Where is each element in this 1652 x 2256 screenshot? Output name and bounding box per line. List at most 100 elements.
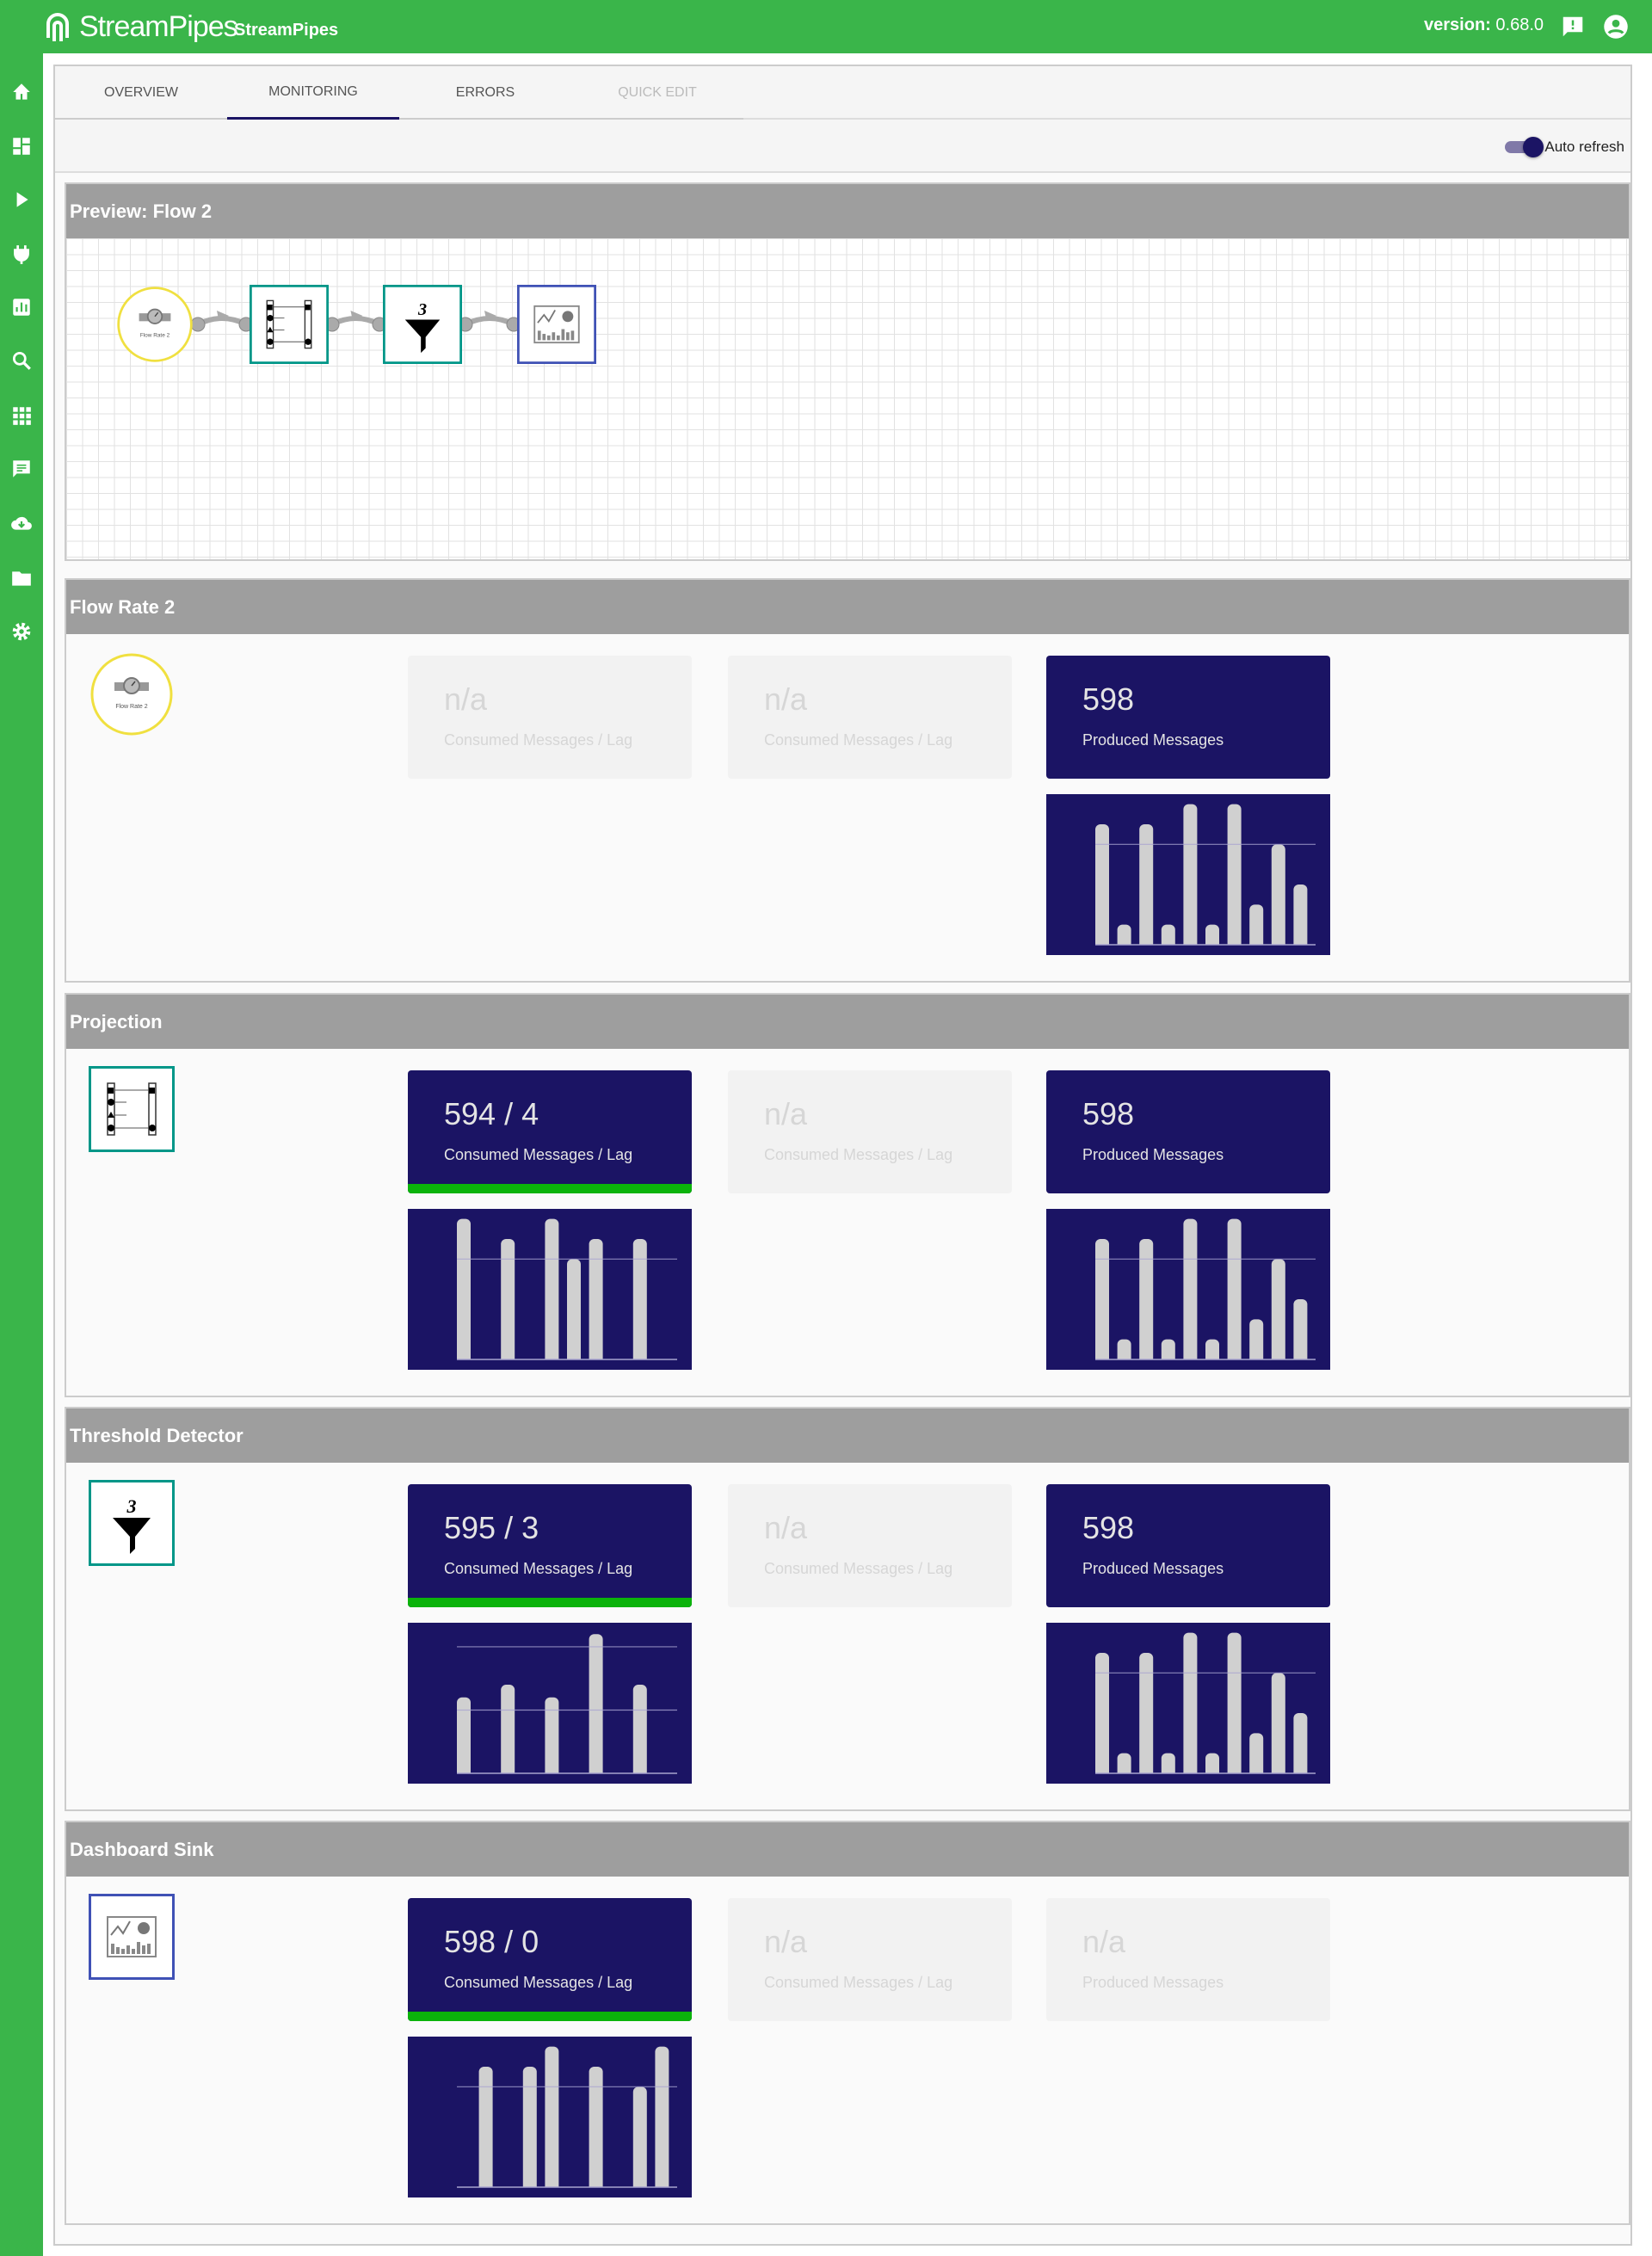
chart-icon[interactable]	[10, 296, 33, 318]
message-rate-chart	[1046, 1623, 1330, 1784]
apps-icon[interactable]	[10, 404, 33, 427]
consumed-messages-card: 595 / 3 Consumed Messages / Lag	[408, 1484, 692, 1607]
metric-value: n/a	[444, 681, 488, 717]
metric-value: 598	[1082, 1510, 1135, 1545]
tab-bar: OVERVIEW MONITORING ERRORS QUICK EDIT	[55, 66, 1630, 120]
consumed-messages-card: 594 / 4 Consumed Messages / Lag	[408, 1070, 692, 1193]
consumed-messages-card: n/a Consumed Messages / Lag	[728, 1070, 1012, 1193]
chart-bar	[1293, 1299, 1308, 1359]
dashboard-icon[interactable]	[10, 135, 33, 157]
metric-value: n/a	[764, 681, 808, 717]
chart-bar	[632, 2086, 647, 2187]
chart-bar	[1271, 1673, 1285, 1773]
chart-bar	[1183, 1632, 1198, 1773]
consumed-messages-card: n/a Consumed Messages / Lag	[728, 1484, 1012, 1607]
pipeline-canvas[interactable]: Flow Rate 2 3	[66, 238, 1629, 559]
chart-bar	[1293, 885, 1308, 945]
home-icon[interactable]	[10, 81, 33, 103]
section-body: 3 595 / 3 Consumed Messages / Lag n/a Co…	[66, 1463, 1629, 1809]
chart-bar	[1205, 1339, 1219, 1359]
node-label: Flow Rate 2	[115, 704, 147, 710]
chart-bar	[1271, 1259, 1285, 1359]
message-rate-chart	[408, 2037, 692, 2197]
auto-refresh-toggle[interactable]	[1505, 137, 1544, 157]
pipeline-graph: Flow Rate 2 3	[117, 285, 596, 364]
chart-bar	[1161, 1753, 1175, 1773]
logo[interactable]: StreamPipes	[43, 10, 238, 44]
section-title: Flow Rate 2	[66, 580, 1629, 634]
cloud-download-icon[interactable]	[10, 512, 33, 534]
dashboard-sink-icon	[517, 285, 596, 364]
metric-label: Consumed Messages / Lag	[444, 731, 633, 749]
metric-value: n/a	[764, 1096, 808, 1131]
monitoring-section-threshold-detector: Threshold Detector 3 595 / 3 Consumed Me…	[65, 1407, 1630, 1811]
produced-messages-card: n/a Produced Messages	[1046, 1898, 1330, 2021]
chart-bar	[1095, 1239, 1109, 1359]
metric-value: n/a	[764, 1510, 808, 1545]
section-title: Projection	[66, 995, 1629, 1049]
toolbar: Auto refresh	[55, 120, 1630, 173]
chart-bar	[1249, 1733, 1264, 1773]
toggle-knob	[1523, 137, 1544, 157]
chart-bar	[1161, 1339, 1175, 1359]
lag-status-bar	[408, 1184, 692, 1193]
metric-label: Consumed Messages / Lag	[444, 1974, 633, 1991]
message-icon[interactable]	[10, 458, 33, 480]
message-rate-chart	[408, 1209, 692, 1370]
pipeline-node-processor[interactable]	[250, 285, 329, 364]
search-icon[interactable]	[10, 349, 33, 372]
chart-bar	[589, 1239, 603, 1359]
metric-label: Consumed Messages / Lag	[764, 1560, 953, 1577]
auto-refresh-label: Auto refresh	[1544, 139, 1624, 155]
chart-bar	[1227, 1218, 1242, 1359]
section-body: 594 / 4 Consumed Messages / Lag n/a Cons…	[66, 1049, 1629, 1396]
pipeline-node-stream[interactable]: Flow Rate 2	[117, 287, 193, 362]
dashboard-sink-icon	[89, 1894, 175, 1980]
monitoring-section-dashboard-sink: Dashboard Sink 598 / 0 Consumed Messages…	[65, 1821, 1630, 2225]
pipeline-connection[interactable]	[324, 311, 387, 332]
preview-title: Preview: Flow 2	[66, 184, 1629, 238]
play-icon[interactable]	[10, 188, 33, 211]
gear-icon[interactable]	[10, 620, 33, 643]
funnel-icon: 3	[89, 1480, 175, 1566]
pipeline-preview-panel: Preview: Flow 2 Flow Rate 2 3	[65, 182, 1630, 561]
pipeline-details: OVERVIEW MONITORING ERRORS QUICK EDIT Auto …	[53, 65, 1632, 2246]
version-value: 0.68.0	[1495, 15, 1544, 34]
pipeline-node-processor[interactable]: 3	[383, 285, 462, 364]
pipeline-connection[interactable]	[190, 311, 254, 332]
metric-value: 594 / 4	[444, 1096, 539, 1131]
folder-icon[interactable]	[10, 567, 33, 589]
metric-value: 598	[1082, 1096, 1135, 1131]
chart-bar	[1271, 844, 1285, 945]
chart-bar	[457, 1697, 471, 1773]
chart-bar	[567, 1259, 581, 1359]
monitoring-section-flow-rate-2: Flow Rate 2 Flow Rate 2 n/a Consumed Mes…	[65, 578, 1630, 983]
node-label: Flow Rate 2	[140, 333, 170, 339]
chart-bar	[1249, 1319, 1264, 1359]
chart-bar	[1183, 804, 1198, 945]
tab-monitoring[interactable]: MONITORING	[227, 66, 399, 120]
tab-overview[interactable]: OVERVIEW	[55, 66, 227, 120]
chart-bar	[545, 1218, 559, 1359]
consumed-messages-card: n/a Consumed Messages / Lag	[408, 656, 692, 779]
chart-bar	[478, 2067, 493, 2187]
flow-gauge-icon: Flow Rate 2	[90, 653, 173, 736]
chart-bar	[1249, 904, 1264, 945]
section-body: Flow Rate 2 n/a Consumed Messages / Lag …	[66, 634, 1629, 981]
feedback-icon[interactable]	[1560, 14, 1586, 40]
output-port[interactable]	[190, 317, 206, 332]
plug-icon[interactable]	[10, 243, 33, 266]
lag-status-bar	[408, 2012, 692, 2021]
pipeline-connection[interactable]	[458, 311, 521, 332]
chart-bar	[501, 1685, 515, 1773]
chart-bar	[1117, 924, 1131, 945]
version-label: version:	[1424, 15, 1491, 34]
account-icon[interactable]	[1603, 14, 1629, 40]
pipeline-node-sink[interactable]	[517, 285, 596, 364]
chart-bar	[1139, 1653, 1154, 1773]
tab-errors[interactable]: ERRORS	[399, 66, 571, 120]
chart-bar	[1161, 924, 1175, 945]
chart-bar	[1139, 824, 1154, 945]
metric-value: 598	[1082, 681, 1135, 717]
chart-bar	[1139, 1239, 1154, 1359]
